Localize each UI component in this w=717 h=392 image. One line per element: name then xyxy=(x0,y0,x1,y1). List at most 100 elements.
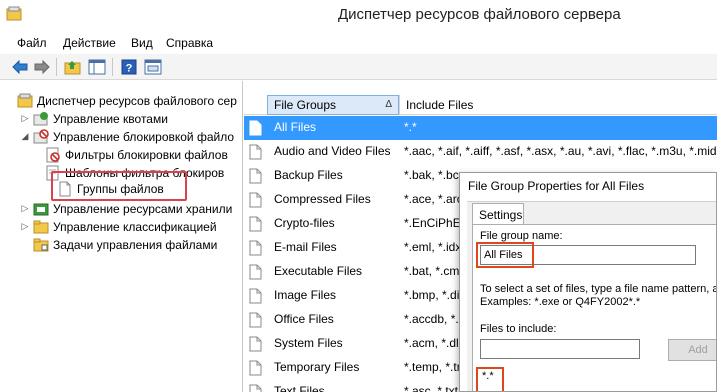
file-group-icon xyxy=(249,120,262,136)
tree-item-label: Управление классификацией xyxy=(53,219,217,234)
tree-item-storage-reports[interactable]: ▷ Управление ресурсами хранили xyxy=(20,199,233,218)
forward-button[interactable] xyxy=(32,57,52,77)
fsrm-icon xyxy=(17,93,33,107)
forward-icon xyxy=(34,60,50,74)
file-group-icon xyxy=(249,240,262,256)
column-header-label: Include Files xyxy=(406,98,474,112)
file-group-icon xyxy=(249,144,262,160)
expanded-arrow-icon[interactable]: ◢ xyxy=(20,131,30,142)
menu-file[interactable]: Файл xyxy=(17,36,47,50)
column-header-file-groups[interactable]: File Groups Δ xyxy=(267,95,399,115)
up-folder-icon xyxy=(64,61,81,75)
up-folder-button[interactable] xyxy=(63,57,83,77)
include-files-cell: *.* xyxy=(404,120,417,134)
collapsed-arrow-icon[interactable]: ▷ xyxy=(20,113,30,124)
file-group-properties-dialog: File Group Properties for All Files Sett… xyxy=(459,172,717,392)
menu-view[interactable]: Вид xyxy=(131,36,153,50)
menu-action[interactable]: Действие xyxy=(63,36,116,50)
file-groups-highlight xyxy=(51,171,187,201)
file-group-icon xyxy=(249,168,262,184)
file-group-name-cell: Office Files xyxy=(274,312,334,326)
file-group-icon xyxy=(249,384,262,392)
file-group-name-cell: E-mail Files xyxy=(274,240,337,254)
menu-bar: Файл Действие Вид Справка xyxy=(0,30,717,54)
file-group-name-cell: Image Files xyxy=(274,288,337,302)
file-group-icon xyxy=(249,264,262,280)
tree-item-file-management-tasks[interactable]: Задачи управления файлами xyxy=(33,235,217,254)
collapsed-arrow-icon[interactable]: ▷ xyxy=(20,203,30,214)
back-button[interactable] xyxy=(10,57,30,77)
file-group-name-cell: Compressed Files xyxy=(274,192,371,206)
file-group-icon xyxy=(249,192,262,208)
help-icon: ? xyxy=(121,59,137,75)
block-icon xyxy=(33,128,49,143)
file-group-name-cell: Executable Files xyxy=(274,264,363,278)
tree-item-label: Диспетчер ресурсов файлового сер xyxy=(37,93,237,108)
tree-item-label: Управление квотами xyxy=(53,111,168,126)
filter-icon xyxy=(46,147,60,162)
properties-button[interactable] xyxy=(143,57,163,77)
file-group-icon xyxy=(249,288,262,304)
hint-text-line-1: To select a set of files, type a file na… xyxy=(480,283,717,295)
properties-icon xyxy=(144,59,162,75)
column-header-include-files[interactable]: Include Files xyxy=(399,95,717,115)
help-button[interactable]: ? xyxy=(119,57,139,77)
hint-text-line-2: Examples: *.exe or Q4FY2002*.* xyxy=(480,296,641,308)
show-hide-tree-button[interactable] xyxy=(87,57,107,77)
include-files-cell: *.asc, *.txt xyxy=(404,384,459,392)
back-icon xyxy=(12,60,28,74)
include-files-cell: *.aac, *.aif, *.aiff, *.asf, *.asx, *.au… xyxy=(404,144,717,158)
include-files-cell: *.bmp, *.dib xyxy=(404,288,467,302)
collapsed-arrow-icon[interactable]: ▷ xyxy=(20,221,30,232)
add-button[interactable]: Add xyxy=(668,339,716,361)
file-group-icon xyxy=(249,216,262,232)
storage-icon xyxy=(33,203,49,215)
title-bar: Диспетчер ресурсов файлового сервера xyxy=(0,0,717,30)
quota-icon xyxy=(33,111,48,125)
table-row[interactable]: All Files *.* xyxy=(244,116,717,140)
file-group-name-cell: Backup Files xyxy=(274,168,343,182)
include-files-cell: *.ace, *.arc xyxy=(404,192,463,206)
files-to-include-label: Files to include: xyxy=(480,323,557,335)
name-field-highlight xyxy=(476,242,534,268)
include-files-cell: *.temp, *.tm xyxy=(404,360,467,374)
column-header-label: File Groups xyxy=(274,98,337,112)
tree-item-label: Задачи управления файлами xyxy=(53,237,218,252)
svg-text:?: ? xyxy=(126,63,133,75)
tree-item-file-screening[interactable]: ◢ Управление блокировкой файло xyxy=(20,127,234,146)
show-hide-tree-icon xyxy=(88,59,106,75)
include-files-cell: *.EnCiPhEr xyxy=(404,216,465,230)
table-row[interactable]: Audio and Video Files *.aac, *.aif, *.aif… xyxy=(244,140,717,164)
tree-item-label: Управление ресурсами хранили xyxy=(53,201,233,216)
file-group-name-label: File group name: xyxy=(480,230,563,242)
navigation-tree: Диспетчер ресурсов файлового сер ▷ Управ… xyxy=(0,81,243,392)
file-group-name-cell: Temporary Files xyxy=(274,360,360,374)
tree-item-quota-management[interactable]: ▷ Управление квотами xyxy=(20,109,168,128)
files-to-include-field[interactable] xyxy=(480,339,640,359)
window-title: Диспетчер ресурсов файлового сервера xyxy=(338,6,621,23)
file-group-icon xyxy=(249,312,262,328)
tree-item-fsrm-root[interactable]: Диспетчер ресурсов файлового сер xyxy=(4,91,237,110)
file-group-name-cell: System Files xyxy=(274,336,343,350)
tree-item-label: Управление блокировкой файло xyxy=(53,129,235,144)
app-icon xyxy=(6,6,22,21)
dialog-title: File Group Properties for All Files xyxy=(468,179,645,193)
include-files-cell: *.bak, *.bc xyxy=(404,168,459,182)
sort-ascending-icon: Δ xyxy=(385,99,392,110)
menu-help[interactable]: Справка xyxy=(166,36,213,50)
classification-icon xyxy=(33,220,49,233)
tree-item-classification[interactable]: ▷ Управление классификацией xyxy=(20,217,217,236)
file-group-name-cell: Audio and Video Files xyxy=(274,144,391,158)
file-group-icon xyxy=(249,336,262,352)
list-header: File Groups Δ Include Files xyxy=(244,95,717,115)
tree-item-label: Фильтры блокировки файлов xyxy=(65,147,228,162)
include-files-cell: *.eml, *.idx xyxy=(404,240,462,254)
tab-settings[interactable]: Settings xyxy=(472,203,524,225)
tree-item-file-screens[interactable]: Фильтры блокировки файлов xyxy=(45,145,228,164)
tasks-icon xyxy=(33,238,49,251)
file-group-name-cell: Text Files xyxy=(274,384,325,392)
include-list-item[interactable]: *.* xyxy=(482,370,494,382)
include-files-cell: *.bat, *.cmd xyxy=(404,264,467,278)
file-server-resource-manager-window: Диспетчер ресурсов файлового сервера Фай… xyxy=(0,0,717,392)
include-files-cell: *.accdb, *.a xyxy=(404,312,466,326)
